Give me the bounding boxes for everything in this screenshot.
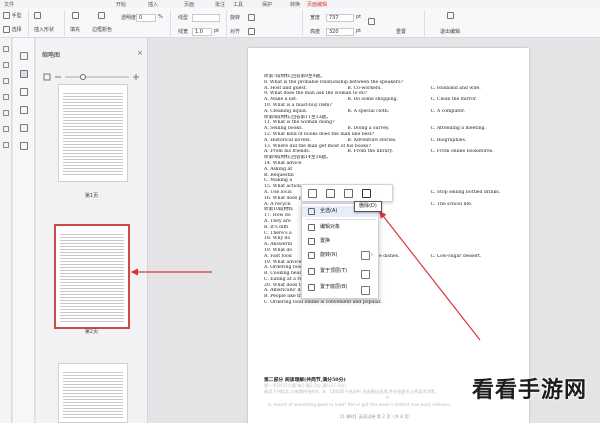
- chevron-right-icon: ›: [371, 252, 373, 258]
- copy-icon[interactable]: [308, 189, 317, 198]
- align-side-icon[interactable]: [361, 251, 370, 260]
- menu-item-replace[interactable]: 置换: [302, 236, 378, 247]
- replace-icon: [308, 238, 315, 245]
- menu-item-edit-object[interactable]: 编辑对象: [302, 222, 378, 233]
- arrow-to-delete: [379, 211, 481, 341]
- select-all-icon: [308, 208, 315, 215]
- distribute-side-icon[interactable]: [361, 270, 370, 279]
- object-floating-toolbar: [301, 184, 393, 202]
- layer-side-icon[interactable]: [361, 286, 370, 295]
- app-window: 文件 开始 插入 页面 批注 工具 保护 转换 页面编辑 手型 选择 插入形状 …: [0, 0, 600, 423]
- edit-icon: [308, 224, 315, 231]
- paste-icon[interactable]: [344, 189, 353, 198]
- divider: [306, 219, 376, 220]
- bring-front-icon: [308, 268, 315, 275]
- delete-icon[interactable]: [362, 189, 371, 198]
- send-back-icon: [308, 284, 315, 291]
- site-watermark-logo: 看看手游网: [472, 378, 588, 403]
- cut-icon[interactable]: [326, 189, 335, 198]
- delete-tooltip: 删除(D): [354, 201, 382, 212]
- rotate-icon: [308, 252, 315, 259]
- annotation-arrows: [130, 211, 481, 341]
